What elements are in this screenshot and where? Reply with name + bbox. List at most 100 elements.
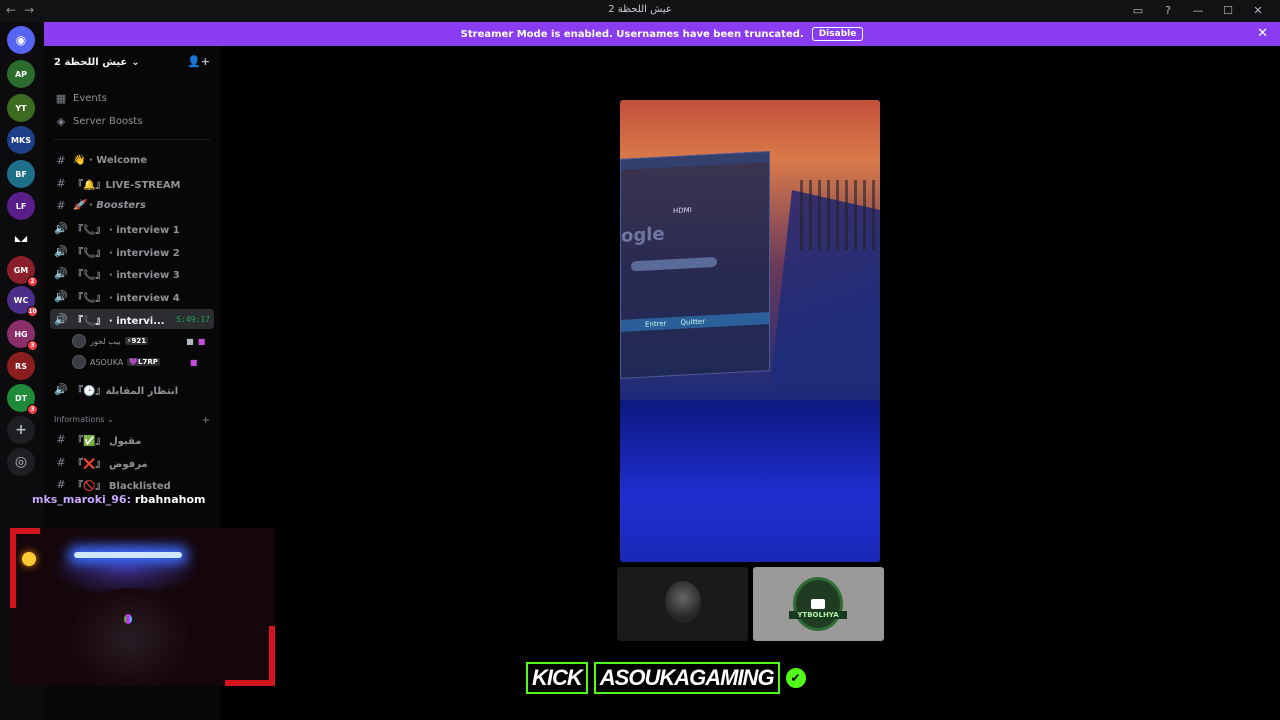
boost-icon: ◈	[56, 114, 66, 128]
user-tag: 💜L7RP	[127, 358, 160, 366]
server-icon[interactable]: HG 3	[7, 320, 38, 351]
webcam-overlay	[10, 528, 275, 686]
led-light	[74, 552, 182, 558]
server-icon[interactable]: RS	[7, 352, 35, 380]
server-icon-label: RS	[15, 361, 27, 371]
channel-interview-2[interactable]: 🔊 『📞』 · interview 2	[50, 241, 214, 261]
voice-user[interactable]: ASOUKA 💜L7RP ■	[72, 353, 197, 371]
server-icon-label: HG	[14, 329, 28, 339]
channel-name: 『🚫』 Blacklisted	[73, 480, 171, 492]
channel-rejected[interactable]: # 『❌』 مرفوض	[50, 452, 214, 472]
help-icon[interactable]: ?	[1160, 2, 1176, 18]
voice-timer: 5:49:17	[176, 314, 210, 324]
blue-backdrop	[620, 400, 880, 562]
verified-check-icon: ✔	[785, 668, 806, 688]
avatar	[72, 355, 86, 369]
channel-interview-active[interactable]: 🔊 『📞』 · intervi... 5:49:17	[50, 309, 214, 329]
rgb-light	[124, 614, 132, 624]
frame-corner	[10, 528, 40, 608]
hashtag-icon: #	[56, 176, 66, 190]
server-icon-label: AP	[14, 69, 28, 79]
dialog-input	[631, 256, 717, 272]
add-channel-icon[interactable]: +	[202, 415, 210, 426]
server-icon[interactable]: WC 10	[7, 286, 38, 317]
sidebar-item-label: Server Boosts	[73, 115, 143, 127]
server-icon[interactable]: GM 2	[7, 256, 38, 287]
channel-boosters[interactable]: # 🚀 · Boosters	[50, 195, 214, 215]
screen-share-tile[interactable]: HDMI ogle Entrer Quitter	[620, 100, 880, 562]
channel-interview-4[interactable]: 🔊 『📞』 · interview 4	[50, 286, 214, 306]
guild-name: عيش اللحظة 2	[54, 56, 128, 68]
discord-home-icon[interactable]: ◉	[7, 26, 35, 54]
participant-avatar	[793, 577, 843, 631]
category-label: Informations ⌄	[54, 415, 114, 424]
minimize-button[interactable]: —	[1190, 2, 1206, 18]
server-icon[interactable]: DT 3	[7, 384, 38, 415]
channel-name: 『📞』 · interview 1	[73, 224, 180, 236]
stream-icon: ■	[197, 336, 206, 346]
dialog-logo: ogle	[621, 223, 665, 247]
kick-overlay: KICK ASOUKAGAMING ✔	[526, 662, 806, 694]
quit-button: Quitter	[680, 317, 706, 327]
participant-tile[interactable]: YTBOLHYA	[753, 567, 884, 641]
server-icon[interactable]: ◣◢	[7, 224, 35, 252]
server-icon[interactable]: AP	[7, 60, 35, 88]
server-icon-label: DT	[14, 393, 28, 403]
server-icon[interactable]: YT	[7, 94, 35, 122]
server-icon[interactable]: BF	[7, 160, 35, 188]
streamer-mode-banner: Streamer Mode is enabled. Usernames have…	[44, 22, 1280, 46]
channel-accepted[interactable]: # 『✅』 مقبول	[50, 429, 214, 449]
speaker-icon: 🔊	[54, 289, 68, 303]
dialog-buttons: Entrer Quitter	[621, 312, 769, 332]
channel-name: 『✅』 مقبول	[73, 435, 142, 447]
close-window-button[interactable]: ✕	[1250, 2, 1266, 18]
notification-badge: 10	[27, 306, 38, 317]
invite-icon[interactable]: 👤+	[187, 55, 210, 68]
voice-user[interactable]: بيب لحور ⚡921 ■ ■	[72, 332, 205, 350]
channel-waiting[interactable]: 🔊 『🕒』انتظار المقابلة	[50, 379, 214, 399]
server-icon[interactable]: LF	[7, 192, 35, 220]
channel-blacklisted[interactable]: # 『🚫』 Blacklisted	[50, 474, 214, 494]
disable-button[interactable]: Disable	[811, 27, 864, 41]
add-server-icon[interactable]: +	[7, 416, 35, 444]
category-informations[interactable]: Informations ⌄ +	[54, 415, 210, 426]
kick-channel-name: ASOUKAGAMING	[593, 662, 780, 694]
channel-name: 『📞』 · interview 2	[73, 247, 180, 259]
channel-live-stream[interactable]: # 『🔔』LIVE-STREAM	[50, 173, 214, 193]
server-icon-label: YT	[15, 103, 27, 113]
calendar-icon: ▦	[55, 91, 67, 105]
enter-button: Entrer	[645, 319, 667, 329]
speaker-icon: 🔊	[54, 382, 68, 396]
participant-tile[interactable]	[617, 567, 748, 641]
sidebar-item-server-boosts[interactable]: ◈ Server Boosts	[50, 111, 214, 131]
speaker-icon: 🔊	[54, 244, 68, 258]
server-icon[interactable]: MKS	[7, 126, 35, 154]
server-icon-label: WC	[13, 295, 29, 305]
speaker-icon: 🔊	[54, 266, 68, 280]
server-icon-label: LF	[15, 201, 27, 211]
window-title: عيش اللحظة 2	[608, 4, 672, 15]
close-icon[interactable]: ✕	[1257, 26, 1268, 41]
maximize-button[interactable]: ☐	[1220, 2, 1236, 18]
sidebar-item-label: Events	[73, 92, 107, 104]
channel-welcome[interactable]: # 👋 · Welcome	[50, 150, 214, 170]
sidebar-item-events[interactable]: ▦ Events	[50, 88, 214, 108]
channel-name: 『❌』 مرفوض	[73, 458, 148, 470]
channel-interview-1[interactable]: 🔊 『📞』 · interview 1	[50, 218, 214, 238]
server-icon-label: GM	[13, 265, 29, 275]
inbox-icon[interactable]: ▭	[1130, 2, 1146, 18]
channel-name: 『📞』 · interview 3	[73, 269, 180, 281]
channel-name: 『📞』 · intervi...	[73, 315, 165, 327]
trees-scenery	[800, 180, 880, 250]
divider	[54, 139, 210, 140]
channel-name: 『🔔』LIVE-STREAM	[73, 179, 181, 191]
camera-icon: ■	[186, 336, 194, 346]
channel-name: 『📞』 · interview 4	[73, 292, 180, 304]
hashtag-icon: #	[56, 153, 66, 167]
chevron-down-icon: ⌄	[131, 56, 140, 68]
guild-header[interactable]: عيش اللحظة 2 ⌄ 👤+	[44, 46, 220, 78]
hashtag-icon: #	[56, 432, 66, 446]
dialog-text: HDMI	[673, 206, 692, 216]
channel-interview-3[interactable]: 🔊 『📞』 · interview 3	[50, 263, 214, 283]
discover-icon[interactable]: ◎	[7, 448, 35, 476]
